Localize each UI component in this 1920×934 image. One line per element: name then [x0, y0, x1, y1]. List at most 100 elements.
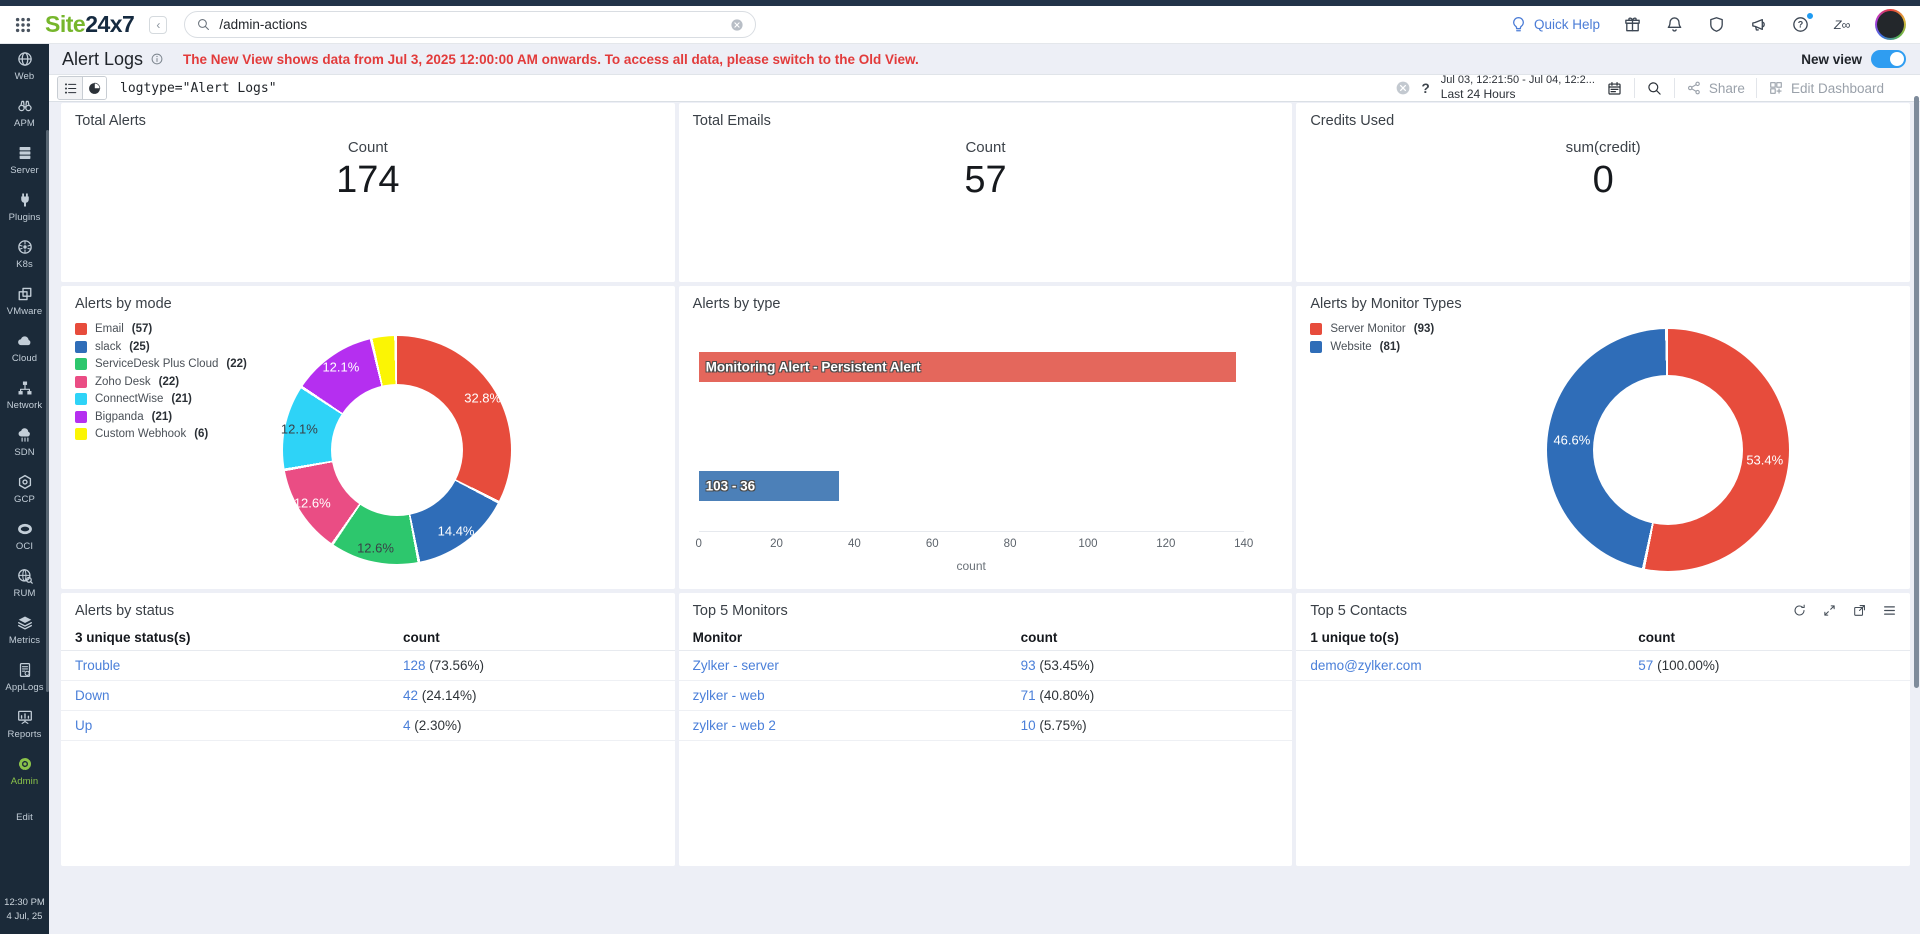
legend-item[interactable]: Bigpanda (21): [75, 411, 247, 423]
chart-legend: Email (57) slack (25) ServiceDesk Plus Clo…: [75, 323, 247, 440]
row-count-link[interactable]: 71: [1021, 688, 1036, 703]
divider: [1674, 78, 1675, 98]
topnav-security[interactable]: [1707, 15, 1726, 34]
sidebar-item-cloud[interactable]: Cloud: [0, 326, 49, 369]
sidebar-item-web[interactable]: Web: [0, 44, 49, 87]
legend-item[interactable]: ServiceDesk Plus Cloud (22): [75, 358, 247, 370]
topnav-quick-help[interactable]: Quick Help: [1509, 15, 1600, 34]
stat-value[interactable]: 174: [61, 159, 675, 202]
sdn-icon: [16, 426, 34, 444]
page-scrollbar[interactable]: [1914, 96, 1919, 688]
row-count-link[interactable]: 42: [403, 688, 418, 703]
chart-view-button[interactable]: [82, 77, 106, 99]
sidebar-item-applogs[interactable]: AppLogs: [0, 655, 49, 698]
card-alerts-by-monitor-types: Alerts by Monitor Types Server Monitor (…: [1296, 286, 1910, 589]
legend-label: ConnectWise: [95, 393, 163, 405]
svg-text:Z∞: Z∞: [1833, 18, 1850, 32]
sidebar-item-sdn[interactable]: SDN: [0, 420, 49, 463]
donut-chart-alerts_by_mode[interactable]: 32.8%14.4%12.6%12.6%12.1%12.1%: [283, 336, 511, 564]
row-label-link[interactable]: Down: [75, 688, 110, 703]
clear-search-icon[interactable]: [730, 18, 744, 32]
legend-item[interactable]: Email (57): [75, 323, 247, 335]
share-label: Share: [1709, 81, 1745, 96]
sidebar-item-rum[interactable]: RUM: [0, 561, 49, 604]
row-count-link[interactable]: 128: [403, 658, 426, 673]
share-button[interactable]: Share: [1686, 80, 1745, 96]
sidebar-item-plugins[interactable]: Plugins: [0, 185, 49, 228]
row-count-link[interactable]: 57: [1638, 658, 1653, 673]
table-col2-header: count: [1638, 630, 1675, 645]
table-col2-header: count: [1021, 630, 1058, 645]
expand-icon[interactable]: [1822, 603, 1837, 618]
site24x7-logo[interactable]: Site24x7: [45, 11, 134, 38]
stat-value[interactable]: 57: [679, 159, 1293, 202]
row-label-link[interactable]: Up: [75, 718, 92, 733]
legend-value: (25): [129, 341, 149, 353]
app-grid-icon[interactable]: [14, 16, 32, 34]
time-range-picker[interactable]: Jul 03, 12:21:50 - Jul 04, 12:2... Last …: [1441, 73, 1595, 103]
query-input[interactable]: logtype="Alert Logs": [120, 81, 277, 96]
legend-label: Server Monitor: [1330, 323, 1405, 335]
bar-103-36[interactable]: 103 - 36: [699, 471, 839, 501]
topnav-whats-new[interactable]: [1623, 15, 1642, 34]
topnav-help[interactable]: ?: [1791, 15, 1810, 34]
refresh-icon[interactable]: [1792, 603, 1807, 618]
topnav-zia-assistant[interactable]: Z∞: [1833, 15, 1852, 34]
global-search-input[interactable]: /admin-actions: [184, 11, 756, 38]
reports-icon: [16, 708, 34, 726]
user-avatar[interactable]: [1875, 9, 1906, 40]
bar-label: Monitoring Alert - Persistent Alert: [706, 360, 921, 375]
query-help-button[interactable]: ?: [1422, 81, 1430, 96]
card-credits-used: Credits Used sum(credit) 0: [1296, 103, 1910, 282]
list-view-button[interactable]: [58, 77, 82, 99]
run-search-icon[interactable]: [1646, 80, 1663, 97]
row-label-link[interactable]: demo@zylker.com: [1310, 658, 1421, 673]
legend-item[interactable]: slack (25): [75, 341, 247, 353]
bar-monitoring-alert-persistent-alert[interactable]: Monitoring Alert - Persistent Alert: [699, 352, 1236, 382]
sidebar-item-apm[interactable]: APM: [0, 91, 49, 134]
calendar-icon[interactable]: [1606, 80, 1623, 97]
row-count-link[interactable]: 10: [1021, 718, 1036, 733]
topnav-announcements[interactable]: [1749, 15, 1768, 34]
row-label-link[interactable]: Zylker - server: [693, 658, 779, 673]
new-view-toggle[interactable]: [1871, 50, 1906, 68]
collapse-nav-button[interactable]: ‹: [149, 16, 167, 34]
sidebar-item-admin[interactable]: Admin: [0, 749, 49, 792]
row-percent: (73.56%): [425, 658, 484, 673]
sidebar-item-gcp[interactable]: GCP: [0, 467, 49, 510]
sidebar-scrollbar[interactable]: [46, 130, 49, 692]
legend-item[interactable]: Website (81): [1310, 341, 1434, 353]
edit-dashboard-button[interactable]: Edit Dashboard: [1768, 80, 1884, 96]
row-count-link[interactable]: 93: [1021, 658, 1036, 673]
legend-swatch: [75, 376, 87, 388]
donut-chart-alerts_by_monitor_types[interactable]: 53.4%46.6%: [1547, 329, 1789, 571]
logo-part-dark: 24x7: [85, 11, 134, 37]
topnav-notifications[interactable]: [1665, 15, 1684, 34]
sidebar-item-edit[interactable]: Edit: [0, 796, 49, 839]
stat-value[interactable]: 0: [1296, 159, 1910, 202]
legend-label: Zoho Desk: [95, 376, 151, 388]
legend-item[interactable]: Custom Webhook (6): [75, 428, 247, 440]
legend-item[interactable]: ConnectWise (21): [75, 393, 247, 405]
row-label-link[interactable]: zylker - web 2: [693, 718, 776, 733]
sidebar-item-network[interactable]: Network: [0, 373, 49, 416]
web-icon: [16, 50, 34, 68]
sidebar-item-k8s[interactable]: K8s: [0, 232, 49, 275]
legend-item[interactable]: Server Monitor (93): [1310, 323, 1434, 335]
table-title: Alerts by status: [75, 603, 174, 619]
clear-query-icon[interactable]: [1395, 80, 1411, 96]
widget-menu-icon[interactable]: [1882, 603, 1897, 618]
sidebar-item-vmware[interactable]: VMware: [0, 279, 49, 322]
table-row: zylker - web71 (40.80%): [679, 681, 1293, 711]
sidebar-item-reports[interactable]: Reports: [0, 702, 49, 745]
info-icon[interactable]: [150, 52, 164, 66]
clock-time: 12:30 PM: [4, 896, 45, 911]
sidebar-item-oci[interactable]: OCI: [0, 514, 49, 557]
sidebar-item-metrics[interactable]: Metrics: [0, 608, 49, 651]
open-external-icon[interactable]: [1852, 603, 1867, 618]
legend-item[interactable]: Zoho Desk (22): [75, 376, 247, 388]
row-label-link[interactable]: Trouble: [75, 658, 120, 673]
row-label-link[interactable]: zylker - web: [693, 688, 765, 703]
sidebar-item-server[interactable]: Server: [0, 138, 49, 181]
x-tick: 100: [1078, 538, 1097, 550]
